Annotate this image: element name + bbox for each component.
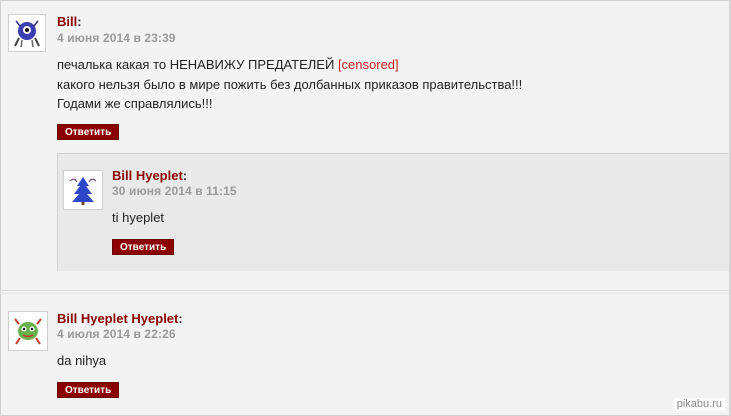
comment-date: 30 июня 2014 в 11:15 xyxy=(112,184,237,198)
watermark: pikabu.ru xyxy=(673,398,725,411)
author-colon: : xyxy=(182,168,188,183)
green-monster-avatar-icon[interactable] xyxy=(8,311,48,351)
comment-text-line-3: Годами же справлялись!!! xyxy=(57,96,213,111)
reply-button[interactable]: Ответить xyxy=(57,124,120,140)
comment-text: печалька какая то НЕНАВИЖУ ПРЕДАТЕЛЕЙ xyxy=(57,57,338,72)
comment-text-line-1: печалька какая то НЕНАВИЖУ ПРЕДАТЕЛЕЙ [c… xyxy=(57,56,399,74)
comment-separator xyxy=(0,293,731,294)
comment-date: 4 июля 2014 в 22:26 xyxy=(57,327,176,341)
author-name[interactable]: Bill Hyeplet Hyeplet xyxy=(57,311,178,326)
comment-text-line-2: какого нельзя было в мире пожить без дол… xyxy=(57,77,523,92)
comment-text: da nihya xyxy=(57,353,107,368)
blue-tree-avatar-icon[interactable] xyxy=(63,170,103,210)
author-name[interactable]: Bill xyxy=(57,14,77,29)
comment-text: ti hyeplet xyxy=(112,210,165,225)
author-colon: : xyxy=(178,311,183,326)
author-colon: : xyxy=(77,14,82,29)
comment-author[interactable]: Bill Hyeplet Hyeplet: xyxy=(57,311,183,326)
censored-tag: [censored] xyxy=(337,57,399,72)
comment-author[interactable]: Bill Hyeplet: xyxy=(112,168,187,183)
blue-monster-avatar-icon[interactable] xyxy=(8,14,46,52)
comment-author[interactable]: Bill: xyxy=(57,14,82,29)
reply-button[interactable]: Ответить xyxy=(57,382,120,398)
comment-separator xyxy=(0,290,731,291)
reply-button[interactable]: Ответить xyxy=(112,239,175,255)
comment-date: 4 июня 2014 в 23:39 xyxy=(57,31,176,45)
author-name[interactable]: Bill Hyeplet xyxy=(112,168,183,183)
